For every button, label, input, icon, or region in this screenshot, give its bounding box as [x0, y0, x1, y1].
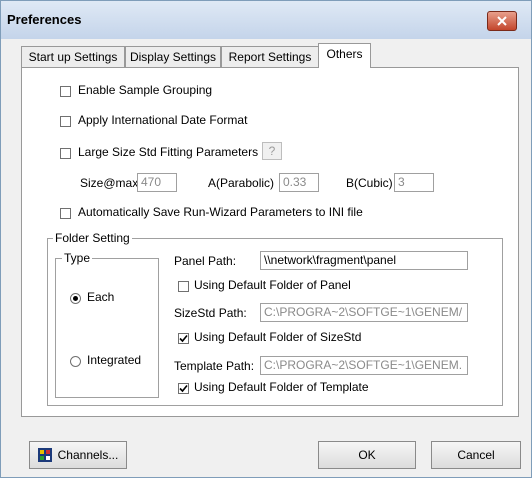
type-each-radio[interactable]: [70, 293, 81, 304]
template-path-field[interactable]: C:\PROGRA~2\SOFTGE~1\GENEM.: [260, 356, 468, 375]
close-button[interactable]: [487, 11, 517, 31]
channels-button-label: Channels...: [57, 448, 119, 462]
use-default-sizestd-checkbox[interactable]: [178, 333, 189, 344]
b-cubic-label: B(Cubic): [346, 176, 393, 190]
tab-label: Display Settings: [129, 50, 217, 64]
check-icon: [179, 334, 188, 343]
type-integrated-radio[interactable]: [70, 356, 81, 367]
preferences-window: Preferences Start up Settings Display Se…: [0, 0, 532, 478]
use-default-template-checkbox[interactable]: [178, 383, 189, 394]
use-default-template-label: Using Default Folder of Template: [194, 380, 369, 394]
tab-label: Others: [326, 47, 363, 61]
use-default-sizestd-label: Using Default Folder of SizeStd: [194, 330, 362, 344]
enable-sample-grouping-label: Enable Sample Grouping: [78, 83, 213, 97]
apply-international-date-checkbox[interactable]: [60, 116, 71, 127]
a-parabolic-label: A(Parabolic): [208, 176, 275, 190]
auto-save-run-wizard-label: Automatically Save Run-Wizard Parameters…: [78, 205, 363, 219]
enable-sample-grouping-checkbox[interactable]: [60, 86, 71, 97]
type-group: [55, 258, 159, 398]
close-icon: [497, 16, 507, 26]
help-button[interactable]: ?: [262, 142, 282, 160]
panel-path-field[interactable]: \\network\fragment\panel: [260, 251, 468, 270]
check-icon: [179, 384, 188, 393]
title-bar[interactable]: Preferences: [1, 1, 531, 39]
window-title: Preferences: [7, 12, 82, 27]
tab-label: Start up Settings: [28, 50, 118, 64]
grid-icon: [38, 448, 52, 462]
panel-path-label: Panel Path:: [174, 254, 237, 268]
tab-display-settings[interactable]: Display Settings: [125, 46, 221, 67]
radio-dot: [73, 296, 78, 301]
cancel-button-label: Cancel: [457, 448, 495, 462]
tab-label: Report Settings: [228, 50, 312, 64]
sizestd-path-field[interactable]: C:\PROGRA~2\SOFTGE~1\GENEM/: [260, 303, 468, 322]
type-integrated-label: Integrated: [87, 353, 142, 367]
tab-others[interactable]: Others: [318, 43, 371, 68]
type-each-label: Each: [87, 290, 115, 304]
others-panel: Enable Sample Grouping Apply Internation…: [21, 67, 519, 417]
apply-international-date-label: Apply International Date Format: [78, 113, 248, 127]
ok-button[interactable]: OK: [318, 441, 416, 469]
size-at-max-label: Size@max: [80, 176, 139, 190]
template-path-label: Template Path:: [174, 359, 255, 373]
folder-setting-label: Folder Setting: [53, 231, 132, 245]
type-group-label: Type: [62, 251, 93, 265]
channels-button[interactable]: Channels...: [29, 441, 127, 469]
tab-report-settings[interactable]: Report Settings: [221, 46, 319, 67]
ok-button-label: OK: [358, 448, 376, 462]
large-size-std-label: Large Size Std Fitting Parameters: [78, 145, 259, 159]
b-cubic-field[interactable]: 3: [394, 173, 434, 192]
use-default-panel-label: Using Default Folder of Panel: [194, 278, 351, 292]
size-at-max-field[interactable]: 470: [137, 173, 177, 192]
help-icon: ?: [268, 144, 276, 158]
sizestd-path-label: SizeStd Path:: [174, 306, 247, 320]
large-size-std-checkbox[interactable]: [60, 148, 71, 159]
auto-save-run-wizard-checkbox[interactable]: [60, 208, 71, 219]
tab-start-up-settings[interactable]: Start up Settings: [21, 46, 125, 67]
use-default-panel-checkbox[interactable]: [178, 281, 189, 292]
a-parabolic-field[interactable]: 0.33: [279, 173, 319, 192]
cancel-button[interactable]: Cancel: [431, 441, 521, 469]
